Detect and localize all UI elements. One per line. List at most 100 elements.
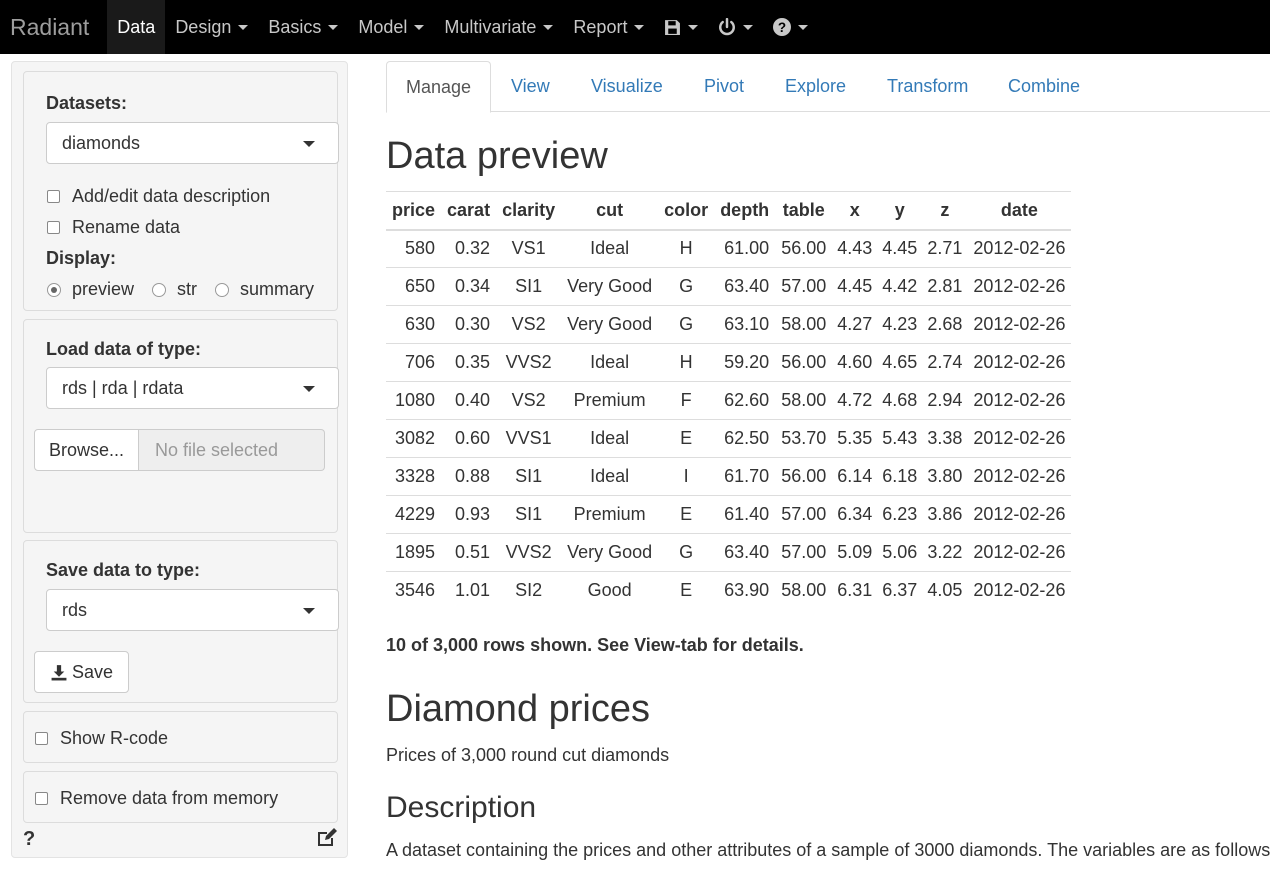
load-type-select[interactable]: rds | rda | rdata (46, 367, 339, 409)
tab-pivot[interactable]: Pivot (685, 61, 763, 112)
chevron-down-icon (688, 24, 699, 30)
rcode-panel: Show R-code (23, 711, 338, 763)
navbar: Radiant Data Design Basics Model Multiva… (0, 0, 1270, 54)
edit-icon[interactable] (316, 828, 338, 853)
table-cell: 0.51 (441, 533, 497, 572)
radio-str-label[interactable]: str (177, 279, 197, 300)
display-label: Display: (46, 248, 117, 268)
tab-bar: Manage View Visualize Pivot Explore Tran… (386, 61, 1270, 113)
table-cell: 57.00 (775, 533, 833, 572)
table-cell: 1080 (386, 381, 442, 420)
table-cell: G (658, 305, 715, 344)
nav-report[interactable]: Report (563, 0, 654, 54)
nav-multivariate[interactable]: Multivariate (434, 0, 563, 54)
browse-button[interactable]: Browse... (34, 429, 139, 471)
table-cell: 3.80 (922, 457, 968, 496)
brand-logo[interactable]: Radiant (0, 0, 107, 54)
tab-visualize[interactable]: Visualize (572, 61, 682, 112)
tab-transform[interactable]: Transform (868, 61, 987, 112)
table-cell: Ideal (561, 229, 659, 268)
table-cell: 3082 (386, 419, 442, 458)
dataset-title: Diamond prices (386, 688, 650, 730)
table-cell: 4.43 (832, 229, 878, 268)
show-rcode-checkbox[interactable]: Show R-code (35, 728, 168, 749)
table-cell: 62.60 (714, 381, 776, 420)
rename-data-label: Rename data (72, 217, 181, 237)
radio-summary[interactable] (215, 282, 230, 297)
save-type-label: Save data to type: (46, 560, 201, 580)
remove-data-checkbox[interactable]: Remove data from memory (35, 788, 278, 809)
table-cell: 3.86 (922, 495, 968, 534)
table-cell: 63.40 (714, 533, 776, 572)
nav-design-label: Design (175, 16, 232, 37)
table-cell: 4.23 (877, 305, 923, 344)
table-row: 1895 0.51 VVS2 Very Good G 63.40 57.00 5.09 5.06… (386, 533, 1072, 572)
nav-basics[interactable]: Basics (258, 0, 348, 54)
table-cell: 1895 (386, 533, 442, 572)
table-cell: E (680, 580, 693, 601)
column-header: x (832, 191, 878, 231)
table-cell: VVS2 (496, 343, 562, 382)
column-header: price (386, 191, 442, 231)
tab-combine[interactable]: Combine (989, 61, 1099, 112)
dataset-select[interactable]: diamonds (46, 122, 339, 164)
rows-shown-note: 10 of 3,000 rows shown. See View-tab for… (386, 635, 804, 655)
nav-save-menu[interactable] (654, 0, 708, 54)
checkbox-box[interactable] (35, 732, 48, 745)
table-cell: 4.45 (832, 267, 878, 306)
table-cell: Very Good (561, 267, 659, 306)
tab-manage[interactable]: Manage (386, 61, 492, 113)
table-row: 3328 0.88 SI1 Ideal I 61.70 56.00 6.14 6.18 3.80 2… (386, 457, 1072, 496)
table-cell: Ideal (561, 419, 659, 458)
table-cell: 0.93 (441, 495, 497, 534)
table-cell: 5.09 (832, 533, 878, 572)
table-header-row: price carat clarity cut color depth tabl… (386, 191, 1072, 231)
nav-model[interactable]: Model (348, 0, 434, 54)
save-button[interactable]: Save (34, 651, 129, 693)
nav-data-label: Data (117, 16, 156, 37)
table-cell: 4.05 (927, 580, 963, 601)
column-header: table (775, 191, 833, 231)
add-edit-description-checkbox[interactable]: Add/edit data description (47, 186, 270, 207)
table-cell: 4.60 (832, 343, 878, 382)
datasets-label: Datasets: (46, 93, 128, 113)
radio-preview-label[interactable]: preview (72, 279, 134, 300)
question-icon[interactable]: ? (23, 828, 35, 851)
table-cell: 2012-02-26 (967, 533, 1072, 572)
tab-explore[interactable]: Explore (766, 61, 865, 112)
table-cell: 3328 (386, 457, 442, 496)
display-radio-group: preview str summary (47, 279, 314, 300)
column-header: color (658, 191, 715, 231)
table-cell: 63.10 (714, 305, 776, 344)
nav-design[interactable]: Design (165, 0, 258, 54)
checkbox-box[interactable] (47, 221, 60, 234)
save-type-select[interactable]: rds (46, 589, 339, 631)
save-button-label: Save (71, 661, 114, 682)
table-cell: 61.00 (714, 229, 776, 268)
tab-view[interactable]: View (492, 61, 569, 112)
svg-text:?: ? (778, 20, 786, 35)
table-cell: 0.35 (441, 343, 497, 382)
checkbox-box[interactable] (47, 190, 60, 203)
chevron-down-icon (328, 24, 339, 30)
table-cell: E (658, 495, 715, 534)
table-cell: 62.50 (714, 419, 776, 458)
table-cell: 4.65 (877, 343, 923, 382)
table-cell: 53.70 (775, 419, 833, 458)
caret-down-icon (303, 386, 315, 392)
table-row: 4229 0.93 SI1 Premium E 61.40 57.00 6.34 6.23 3.8… (386, 495, 1072, 534)
nav-power-menu[interactable] (708, 0, 763, 54)
nav-help-menu[interactable]: ? (763, 0, 818, 54)
table-cell: 2012-02-26 (967, 457, 1072, 496)
table-cell: I (658, 457, 715, 496)
radio-preview[interactable] (47, 282, 61, 297)
radio-str[interactable] (152, 282, 167, 297)
checkbox-box[interactable] (35, 792, 48, 805)
table-row: 1080 0.40 VS2 Premium F 62.60 58.00 4.72 4.68 2.9… (386, 381, 1072, 420)
nav-multivariate-label: Multivariate (444, 16, 537, 37)
radio-summary-label[interactable]: summary (240, 279, 314, 300)
nav-data[interactable]: Data (107, 0, 166, 54)
table-cell: 2012-02-26 (967, 229, 1072, 268)
table-cell: 580 (386, 229, 442, 268)
rename-data-checkbox[interactable]: Rename data (47, 217, 180, 238)
